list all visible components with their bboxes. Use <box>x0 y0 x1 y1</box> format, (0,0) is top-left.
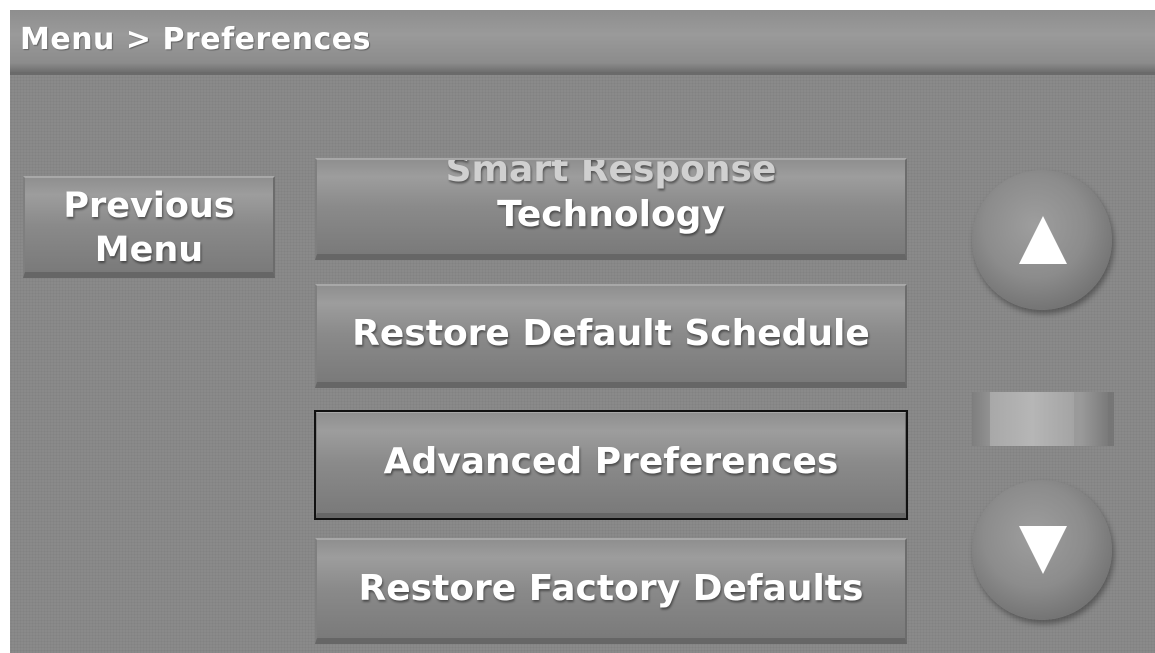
smart-response-technology-button[interactable]: Smart Response Technology <box>315 158 907 260</box>
restore-default-schedule-button[interactable]: Restore Default Schedule <box>315 284 907 388</box>
thermostat-screen: Menu > Preferences Previous Menu Smart R… <box>10 10 1155 653</box>
previous-menu-button[interactable]: Previous Menu <box>23 176 275 278</box>
advanced-preferences-button[interactable]: Advanced Preferences <box>314 410 908 520</box>
previous-menu-label-line2: Menu <box>94 230 204 270</box>
scroll-indicator[interactable] <box>972 392 1114 446</box>
restore-factory-defaults-button[interactable]: Restore Factory Defaults <box>315 538 907 644</box>
scroll-down-button[interactable] <box>972 480 1112 620</box>
title-bar: Menu > Preferences <box>10 10 1155 75</box>
previous-menu-label-line1: Previous <box>63 186 235 226</box>
scroll-up-button[interactable] <box>972 170 1112 310</box>
breadcrumb: Menu > Preferences <box>20 22 371 57</box>
smart-response-label-line1: Smart Response <box>445 158 777 190</box>
triangle-up-icon <box>1019 216 1067 264</box>
smart-response-label-line2: Technology <box>497 194 725 235</box>
scroll-thumb[interactable] <box>990 392 1074 446</box>
triangle-down-icon <box>1019 526 1067 574</box>
